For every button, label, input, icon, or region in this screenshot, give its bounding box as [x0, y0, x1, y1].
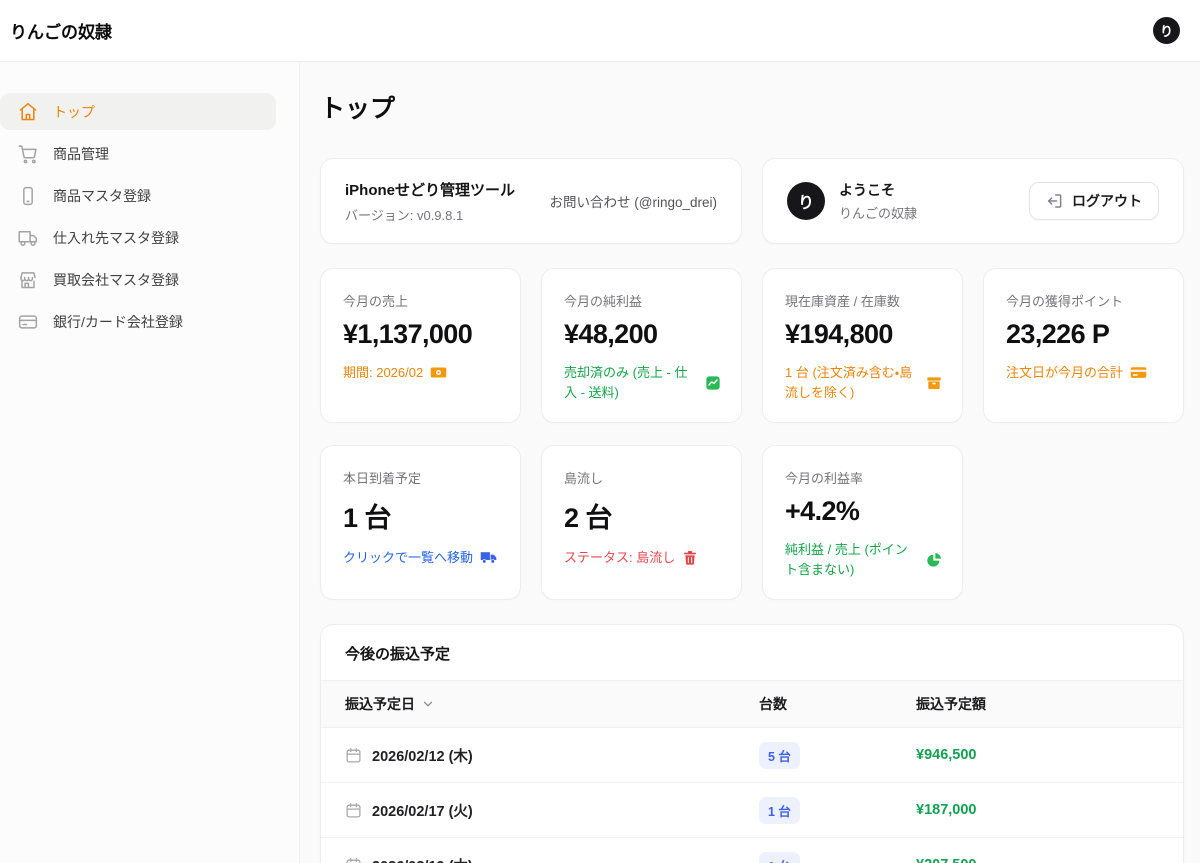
sidebar-item-label: 商品マスタ登録: [53, 186, 151, 206]
transfer-amount: ¥946,500: [916, 747, 1159, 763]
stat-label: 今月の獲得ポイント: [1006, 291, 1163, 310]
table-row[interactable]: 2026/02/19 (木) 1 台 ¥207,500: [321, 838, 1183, 863]
chevron-down-icon: [421, 697, 435, 711]
calendar-icon: [345, 802, 362, 819]
cart-icon: [18, 144, 38, 164]
sidebar-item-supplier-master[interactable]: 仕入れ先マスタ登録: [0, 219, 276, 256]
column-header-date: 振込予定日: [345, 694, 415, 714]
store-icon: [18, 270, 38, 290]
stat-note: 注文日が今月の合計: [1006, 363, 1123, 383]
stat-note: 期間: 2026/02: [343, 363, 423, 383]
units-badge: 5 台: [759, 742, 800, 769]
credit-card-icon: [18, 312, 38, 332]
welcome-greeting: ようこそ: [839, 180, 917, 200]
stat-value: +4.2%: [785, 496, 942, 527]
stat-card-monthly-sales: 今月の売上 ¥1,137,000 期間: 2026/02: [320, 268, 521, 423]
stat-label: 今月の売上: [343, 291, 500, 310]
stat-row-2: 本日到着予定 1 台 クリックで一覧へ移動 島流し 2 台 ステータス: 島流し: [320, 445, 1184, 600]
sidebar-item-buyer-master[interactable]: 買取会社マスタ登録: [0, 261, 276, 298]
transfer-table-header: 振込予定日 台数 振込予定額: [321, 680, 1183, 728]
chart-up-icon: [705, 375, 721, 391]
stat-label: 現在庫資産 / 在庫数: [785, 291, 942, 310]
stat-note: クリックで一覧へ移動: [343, 548, 473, 568]
sidebar: トップ 商品管理 商品マスタ登録 仕入れ先マスタ登録 買取会社マスタ登録 銀行/…: [0, 62, 300, 863]
stat-note: 売却済のみ (売上 - 仕入 - 送料): [564, 363, 698, 402]
contact-info: お問い合わせ (@ringo_drei): [550, 191, 717, 211]
stat-card-inventory-assets: 現在庫資産 / 在庫数 ¥194,800 1 台 (注文済み含む・島流しを除く): [762, 268, 963, 423]
transfer-amount: ¥187,000: [916, 802, 1159, 818]
trash-icon: [682, 550, 698, 566]
stat-value: 1 台: [343, 496, 500, 535]
stat-card-exiled: 島流し 2 台 ステータス: 島流し: [541, 445, 742, 600]
stat-value: ¥48,200: [564, 319, 721, 350]
stat-label: 今月の利益率: [785, 468, 942, 487]
tool-version: バージョン: v0.9.8.1: [345, 205, 515, 224]
transfer-amount: ¥207,500: [916, 857, 1159, 863]
app-title: りんごの奴隷: [10, 18, 112, 43]
truck-icon: [18, 228, 38, 248]
user-avatar: り: [787, 182, 825, 220]
sidebar-item-bank-card[interactable]: 銀行/カード会社登録: [0, 303, 276, 340]
info-row: iPhoneせどり管理ツール バージョン: v0.9.8.1 お問い合わせ (@…: [320, 158, 1184, 244]
sidebar-item-label: 買取会社マスタ登録: [53, 270, 179, 290]
stat-value: ¥1,137,000: [343, 319, 500, 350]
header-avatar[interactable]: り: [1153, 17, 1180, 44]
main-content: トップ iPhoneせどり管理ツール バージョン: v0.9.8.1 お問い合わ…: [300, 62, 1200, 863]
sidebar-item-label: 銀行/カード会社登録: [53, 312, 183, 332]
table-row[interactable]: 2026/02/17 (火) 1 台 ¥187,000: [321, 783, 1183, 838]
calendar-icon: [345, 747, 362, 764]
tool-name: iPhoneせどり管理ツール: [345, 179, 515, 200]
pie-chart-icon: [926, 552, 942, 568]
stat-card-net-profit: 今月の純利益 ¥48,200 売却済のみ (売上 - 仕入 - 送料): [541, 268, 742, 423]
stat-label: 島流し: [564, 468, 721, 487]
stat-note: ステータス: 島流し: [564, 548, 675, 568]
welcome-card: り ようこそ りんごの奴隷 ログアウト: [762, 158, 1184, 244]
smartphone-icon: [18, 186, 38, 206]
units-badge: 1 台: [759, 852, 800, 863]
sidebar-item-product-management[interactable]: 商品管理: [0, 135, 276, 172]
stat-card-arriving-today[interactable]: 本日到着予定 1 台 クリックで一覧へ移動: [320, 445, 521, 600]
tool-info-card: iPhoneせどり管理ツール バージョン: v0.9.8.1 お問い合わせ (@…: [320, 158, 742, 244]
banknote-icon: [430, 364, 447, 381]
sidebar-item-top[interactable]: トップ: [0, 93, 276, 130]
stat-card-monthly-points: 今月の獲得ポイント 23,226 P 注文日が今月の合計: [983, 268, 1184, 423]
logout-button[interactable]: ログアウト: [1029, 182, 1159, 220]
stat-label: 今月の純利益: [564, 291, 721, 310]
top-header: りんごの奴隷 り: [0, 0, 1200, 62]
credit-card-icon: [1130, 364, 1147, 381]
stat-label: 本日到着予定: [343, 468, 500, 487]
header-avatar-initial: り: [1160, 21, 1173, 40]
transfer-date: 2026/02/12 (木): [372, 745, 473, 766]
page-title: トップ: [320, 89, 1184, 125]
column-header-units: 台数: [759, 694, 916, 714]
stat-row-1: 今月の売上 ¥1,137,000 期間: 2026/02 今月の純利益 ¥48,…: [320, 268, 1184, 423]
column-header-date-sort[interactable]: 振込予定日: [345, 694, 759, 714]
home-icon: [18, 102, 38, 122]
sidebar-item-label: 仕入れ先マスタ登録: [53, 228, 179, 248]
table-row[interactable]: 2026/02/12 (木) 5 台 ¥946,500: [321, 728, 1183, 783]
sidebar-item-label: トップ: [53, 102, 95, 122]
delivery-truck-icon: [480, 549, 497, 566]
stat-value: 2 台: [564, 496, 721, 535]
stat-note: 純利益 / 売上 (ポイント含まない): [785, 540, 919, 579]
transfer-schedule-title: 今後の振込予定: [321, 625, 1183, 680]
stat-card-profit-rate: 今月の利益率 +4.2% 純利益 / 売上 (ポイント含まない): [762, 445, 963, 600]
calendar-icon: [345, 857, 362, 863]
transfer-schedule-card: 今後の振込予定 振込予定日 台数 振込予定額 2026/02/12 (木): [320, 624, 1184, 863]
stat-value: ¥194,800: [785, 319, 942, 350]
stat-note: 1 台 (注文済み含む・島流しを除く): [785, 363, 919, 402]
sidebar-item-product-master[interactable]: 商品マスタ登録: [0, 177, 276, 214]
logout-label: ログアウト: [1072, 191, 1142, 211]
sidebar-item-label: 商品管理: [53, 144, 109, 164]
transfer-date: 2026/02/17 (火): [372, 800, 473, 821]
welcome-username: りんごの奴隷: [839, 203, 917, 222]
user-avatar-initial: り: [798, 189, 814, 213]
units-badge: 1 台: [759, 797, 800, 824]
package-icon: [926, 375, 942, 391]
logout-icon: [1046, 192, 1064, 210]
stat-value: 23,226 P: [1006, 319, 1163, 350]
transfer-date: 2026/02/19 (木): [372, 855, 473, 863]
column-header-amount: 振込予定額: [916, 694, 1159, 714]
